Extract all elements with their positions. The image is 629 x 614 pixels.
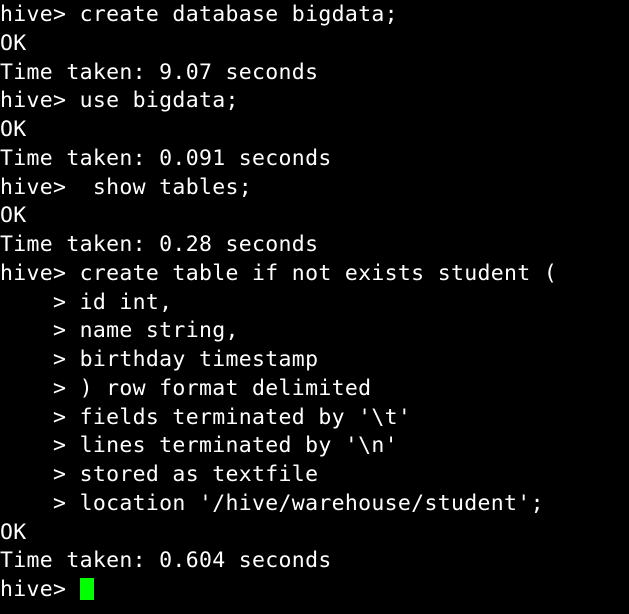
terminal-line: OK: [0, 30, 27, 56]
terminal-line: Time taken: 0.28 seconds: [0, 232, 319, 257]
terminal-line: > fields terminated by '\t': [0, 404, 412, 430]
terminal-line: OK: [0, 117, 27, 142]
terminal-line: > name string,: [0, 318, 239, 344]
terminal-line: hive> create database bigdata;: [0, 2, 398, 27]
terminal-line: > location '/hive/warehouse/student';: [0, 490, 544, 516]
terminal-prompt-line[interactable]: hive>: [0, 576, 629, 605]
terminal-line: > stored as textfile: [0, 462, 319, 487]
terminal-line: hive> show tables;: [0, 174, 253, 200]
terminal-line: hive> use bigdata;: [0, 88, 239, 114]
terminal-line: > birthday timestamp: [0, 347, 319, 372]
terminal-line: Time taken: 0.091 seconds: [0, 145, 332, 171]
terminal-line: > lines terminated by '\n': [0, 433, 398, 459]
terminal-line: Time taken: 0.604 seconds: [0, 548, 332, 574]
terminal-screen[interactable]: hive> create database bigdata; OK Time t…: [0, 1, 629, 605]
terminal-line: OK: [0, 203, 27, 229]
terminal-line: OK: [0, 519, 27, 545]
prompt-text: hive>: [0, 577, 80, 602]
terminal-window[interactable]: hive> create database bigdata; OK Time t…: [0, 0, 629, 614]
terminal-line: > ) row format delimited: [0, 375, 372, 401]
terminal-line: > id int,: [0, 289, 173, 315]
block-cursor-icon: [79, 578, 94, 600]
terminal-line: hive> create table if not exists student…: [0, 260, 558, 286]
terminal-line: Time taken: 9.07 seconds: [0, 59, 319, 85]
